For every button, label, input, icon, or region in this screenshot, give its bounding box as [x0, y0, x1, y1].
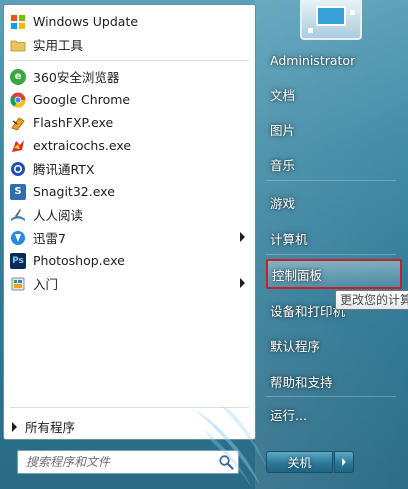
getting-started-icon — [10, 276, 26, 292]
right-link-games[interactable]: 游戏 — [266, 188, 402, 216]
shutdown-options-button[interactable] — [334, 451, 354, 473]
submenu-arrow-icon — [240, 278, 245, 288]
windows-update-icon — [10, 14, 26, 30]
right-link-music[interactable]: 音乐 — [266, 150, 402, 178]
computer-label: 计算机 — [270, 231, 308, 247]
submenu-arrow-icon — [240, 232, 245, 242]
program-label: Google Chrome — [33, 92, 131, 107]
program-label: 腾讯通RTX — [33, 162, 95, 177]
chrome-icon — [10, 92, 26, 108]
program-label: Windows Update — [33, 14, 139, 29]
recent-360-browser[interactable]: e 360安全浏览器 — [4, 65, 255, 88]
pinned-utilities-folder[interactable]: 实用工具 — [4, 33, 255, 56]
user-label: Administrator — [270, 52, 356, 68]
default-programs-label: 默认程序 — [270, 338, 321, 354]
music-label: 音乐 — [270, 157, 296, 173]
pinned-windows-update[interactable]: Windows Update — [4, 10, 255, 33]
divider — [266, 254, 396, 255]
renren-reader-icon — [10, 207, 26, 223]
search-icon[interactable] — [218, 454, 234, 470]
arrow-right-icon — [342, 458, 346, 466]
control-panel-label: 控制面板 — [272, 267, 323, 283]
right-link-help[interactable]: 帮助和支持 — [266, 367, 402, 395]
run-label: 运行... — [270, 407, 307, 423]
extraico-icon — [10, 138, 26, 154]
divider — [10, 60, 249, 61]
recent-flashfxp[interactable]: FlashFXP.exe — [4, 111, 255, 134]
photoshop-icon: Ps — [10, 252, 26, 269]
program-label: Photoshop.exe — [33, 253, 125, 268]
right-link-control-panel[interactable]: 控制面板 — [266, 259, 402, 289]
shutdown-button[interactable]: 关机 — [266, 451, 333, 473]
recent-renren-reader[interactable]: 人人阅读 — [4, 203, 255, 226]
recent-rtx[interactable]: 腾讯通RTX — [4, 157, 255, 180]
right-link-run[interactable]: 运行... — [266, 400, 402, 428]
right-link-computer[interactable]: 计算机 — [266, 224, 402, 252]
documents-label: 文档 — [270, 87, 296, 103]
program-label: 迅雷7 — [33, 231, 66, 246]
recent-getting-started[interactable]: 入门 — [4, 272, 255, 295]
360-browser-icon: e — [10, 68, 26, 85]
divider — [10, 407, 249, 408]
right-link-default-programs[interactable]: 默认程序 — [266, 331, 402, 359]
pictures-label: 图片 — [270, 122, 296, 138]
program-label: extraicochs.exe — [33, 138, 132, 153]
recent-xunlei[interactable]: 迅雷7 — [4, 226, 255, 249]
help-label: 帮助和支持 — [270, 374, 333, 390]
search-input[interactable] — [26, 455, 206, 469]
control-panel-tooltip: 更改您的计算 — [335, 290, 408, 310]
program-list-panel: Windows Update 实用工具 e 360安全浏览器 Google Ch… — [3, 4, 256, 440]
user-picture[interactable] — [300, 0, 362, 40]
program-label: 入门 — [33, 277, 59, 292]
rtx-icon — [10, 161, 26, 177]
games-label: 游戏 — [270, 195, 296, 211]
flashfxp-icon — [10, 115, 26, 131]
all-programs-button[interactable]: 所有程序 — [12, 417, 75, 436]
arrow-right-icon — [12, 421, 17, 432]
shutdown-label: 关机 — [287, 455, 312, 470]
monitor-icon — [316, 6, 346, 26]
search-box[interactable] — [17, 450, 239, 474]
divider — [266, 180, 396, 181]
recent-photoshop[interactable]: Ps Photoshop.exe — [4, 249, 255, 272]
program-label: 人人阅读 — [33, 208, 84, 223]
program-label: 实用工具 — [33, 38, 84, 53]
all-programs-label: 所有程序 — [25, 420, 76, 435]
recent-extraicochs[interactable]: extraicochs.exe — [4, 134, 255, 157]
snagit-icon: S — [10, 183, 26, 200]
right-link-user[interactable]: Administrator — [266, 46, 402, 74]
xunlei-icon — [10, 230, 26, 246]
program-label: FlashFXP.exe — [33, 115, 114, 130]
folder-icon — [10, 37, 26, 53]
devices-label: 设备和打印机 — [270, 303, 346, 319]
right-link-pictures[interactable]: 图片 — [266, 115, 402, 143]
right-link-documents[interactable]: 文档 — [266, 80, 402, 108]
program-label: 360安全浏览器 — [33, 70, 120, 85]
recent-google-chrome[interactable]: Google Chrome — [4, 88, 255, 111]
recent-snagit[interactable]: S Snagit32.exe — [4, 180, 255, 203]
divider — [266, 396, 396, 397]
program-label: Snagit32.exe — [33, 184, 115, 199]
